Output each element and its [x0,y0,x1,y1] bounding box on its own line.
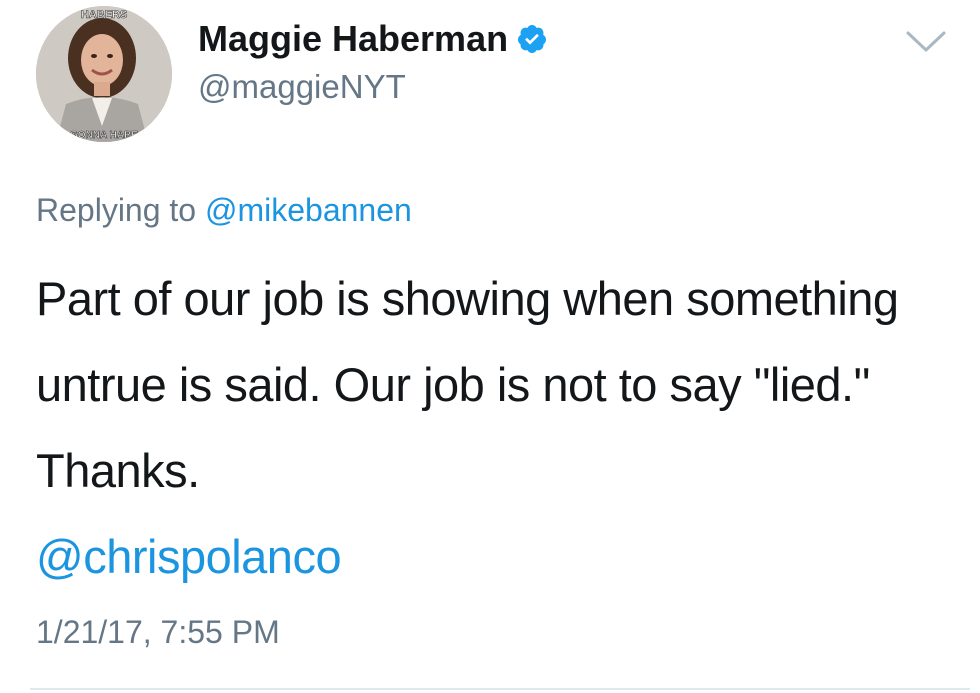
avatar-overlay-bottom-text: GONNA HABE [70,130,138,141]
avatar-overlay-top-text: HABERS [81,9,127,21]
divider [30,688,970,690]
reply-mention-link[interactable]: @mikebannen [205,192,412,228]
author-display-name[interactable]: Maggie Haberman [198,18,508,60]
tweet-body: Part of our job is showing when somethin… [36,256,916,600]
author-name-row[interactable]: Maggie Haberman [198,18,548,60]
tweet-text: Part of our job is showing when somethin… [36,272,899,497]
reply-context: Replying to @mikebannen [36,192,412,229]
reply-prefix: Replying to [36,192,197,228]
verified-badge-icon [518,25,547,53]
tweet-mention-link[interactable]: @chrispolanco [36,514,916,600]
avatar[interactable]: HABERS GONNA HABE [36,6,172,142]
chevron-down-icon[interactable] [905,28,947,56]
tweet-timestamp[interactable]: 1/21/17, 7:55 PM [36,614,280,651]
author-handle[interactable]: @maggieNYT [198,68,406,106]
avatar-image: HABERS GONNA HABE [36,6,172,142]
